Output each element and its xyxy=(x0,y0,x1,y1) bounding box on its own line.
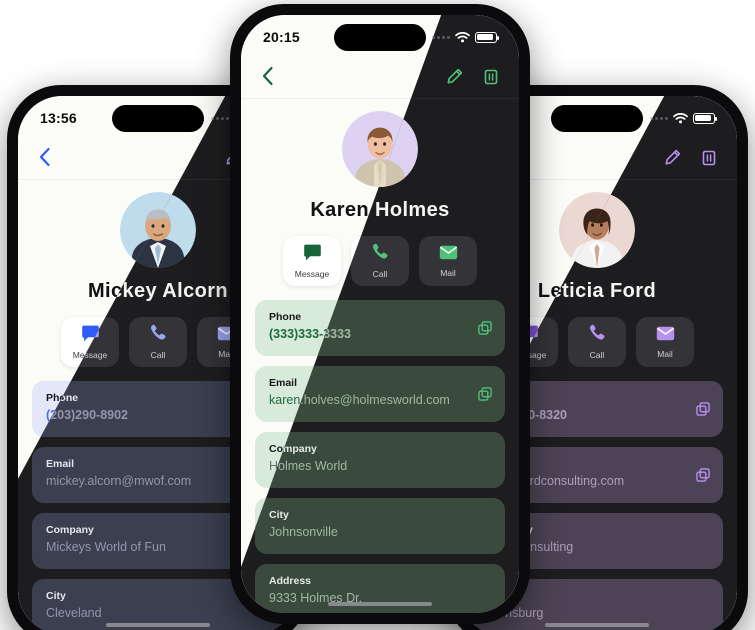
back-chevron-icon[interactable] xyxy=(261,66,274,91)
action-label: Call xyxy=(589,350,605,360)
pencil-icon[interactable] xyxy=(664,149,681,171)
dynamic-island xyxy=(551,105,643,132)
copy-icon[interactable] xyxy=(478,321,492,335)
action-button-mail[interactable]: Mail xyxy=(419,236,477,286)
battery-icon xyxy=(475,31,499,43)
contact-field-city[interactable]: City Johnsonville xyxy=(255,498,505,554)
field-label: Address xyxy=(269,575,312,587)
cellular-dots-icon xyxy=(432,35,450,39)
copy-icon[interactable] xyxy=(696,402,710,416)
battery-icon xyxy=(693,112,717,124)
copy-icon[interactable] xyxy=(696,468,710,482)
action-label: Call xyxy=(372,269,388,279)
phone-mockup-stage: 13:56 Mickey Alcorn Message Call Mail Ph… xyxy=(0,0,755,630)
dynamic-island xyxy=(112,105,204,132)
phone-screen: 20:15 Karen Holmes Message xyxy=(241,15,519,613)
action-label: Mail xyxy=(657,348,673,359)
phone-handset-icon xyxy=(149,324,167,347)
action-button-call[interactable]: Call xyxy=(568,317,626,367)
pencil-icon[interactable] xyxy=(446,68,463,90)
phone-handset-icon xyxy=(588,324,606,347)
contact-field-company[interactable]: Company Holmes World xyxy=(255,432,505,488)
status-time: 13:56 xyxy=(40,110,77,126)
home-indicator xyxy=(106,623,210,627)
field-value: Holmes World xyxy=(269,459,348,473)
action-label: Message xyxy=(294,268,330,279)
trash-icon[interactable] xyxy=(701,148,717,171)
home-indicator xyxy=(545,623,649,627)
action-button-call[interactable]: Call xyxy=(351,236,409,286)
field-label: Company xyxy=(269,443,317,455)
action-button-call[interactable]: Call xyxy=(129,317,187,367)
wifi-icon xyxy=(455,31,470,43)
home-indicator xyxy=(328,602,432,606)
phone-handset-icon xyxy=(371,243,389,266)
status-time: 20:15 xyxy=(263,29,300,45)
back-chevron-icon[interactable] xyxy=(38,147,51,172)
action-label: Mail xyxy=(440,267,456,278)
envelope-icon xyxy=(656,326,675,346)
dynamic-island xyxy=(334,24,426,51)
action-button-mail[interactable]: Mail xyxy=(636,317,694,367)
message-bubble-icon xyxy=(303,244,322,266)
trash-icon[interactable] xyxy=(483,67,499,90)
copy-icon[interactable] xyxy=(478,387,492,401)
action-label: Call xyxy=(150,350,166,360)
envelope-icon xyxy=(439,245,458,265)
field-value: Cleveland xyxy=(46,606,102,620)
action-button-message[interactable]: Message xyxy=(283,236,341,286)
wifi-icon xyxy=(673,112,688,124)
field-value: Johnsonville xyxy=(269,525,338,539)
phone-mockup-center: 20:15 Karen Holmes Message xyxy=(230,4,530,624)
field-label: City xyxy=(269,509,289,521)
